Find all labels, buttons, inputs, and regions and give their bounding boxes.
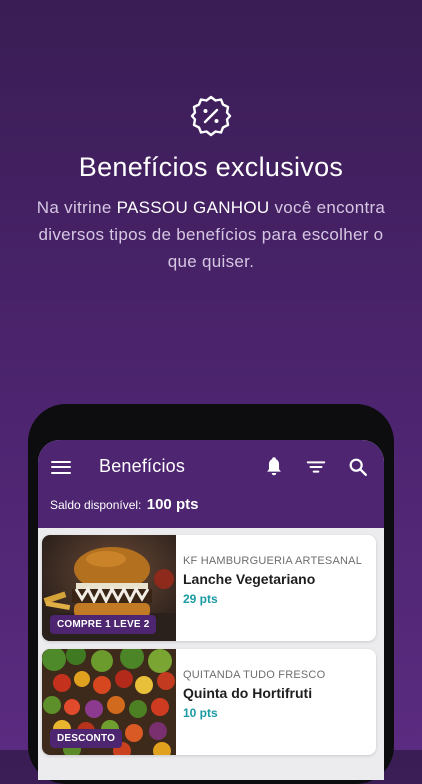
- phone-screen: Benefícios Saldo disponível: 100 pts COM…: [38, 440, 384, 780]
- balance-row: Saldo disponível: 100 pts: [50, 496, 198, 513]
- discount-badge-icon: [190, 95, 232, 137]
- offer-card[interactable]: DESCONTO QUITANDA TUDO FRESCO Quinta do …: [42, 649, 376, 755]
- menu-icon[interactable]: [51, 458, 71, 478]
- offer-store: KF HAMBURGUERIA ARTESANAL: [183, 555, 363, 567]
- balance-value: 100 pts: [146, 496, 199, 513]
- offer-tag: COMPRE 1 LEVE 2: [50, 615, 157, 634]
- offer-name: Lanche Vegetariano: [183, 571, 316, 587]
- balance-label: Saldo disponível:: [50, 498, 142, 512]
- offer-tag: DESCONTO: [50, 729, 123, 748]
- filter-icon[interactable]: [305, 456, 327, 478]
- hero-title: Benefícios exclusivos: [78, 152, 344, 182]
- app-bar: Benefícios Saldo disponível: 100 pts: [38, 440, 384, 528]
- offer-name: Quinta do Hortifruti: [183, 685, 313, 701]
- offer-points: 29 pts: [183, 592, 218, 606]
- hero-desc-brand: PASSOU GANHOU: [116, 198, 270, 217]
- hero-description: Na vitrine PASSOU GANHOU você encontra d…: [30, 194, 392, 275]
- search-icon[interactable]: [347, 456, 369, 478]
- app-title: Benefícios: [99, 456, 186, 476]
- hero-desc-before: Na vitrine: [36, 198, 117, 217]
- offer-store: QUITANDA TUDO FRESCO: [183, 669, 326, 681]
- offer-card[interactable]: COMPRE 1 LEVE 2 KF HAMBURGUERIA ARTESANA…: [42, 535, 376, 641]
- bell-icon[interactable]: [263, 456, 285, 478]
- offer-points: 10 pts: [183, 706, 218, 720]
